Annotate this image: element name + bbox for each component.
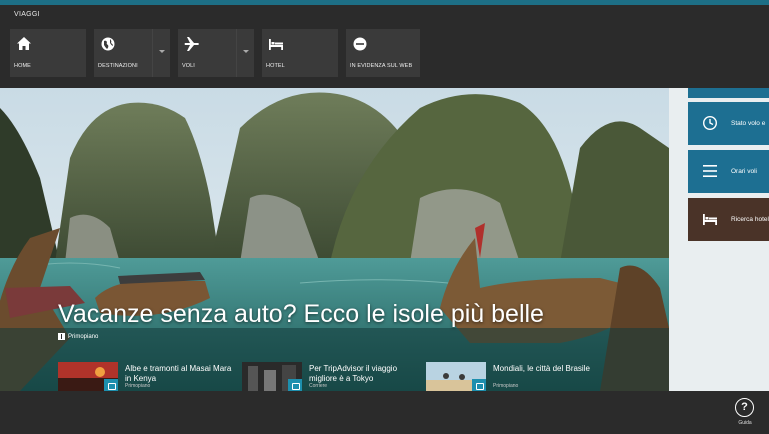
nav-tile-voli[interactable]: VOLI bbox=[178, 29, 254, 77]
clock-icon bbox=[702, 115, 718, 131]
story-source: Primopiano bbox=[125, 383, 151, 389]
chevron-down-icon bbox=[243, 50, 249, 53]
app-bar bbox=[0, 391, 769, 434]
nav-label-voli: VOLI bbox=[182, 63, 195, 69]
story-source: Corriere bbox=[309, 383, 328, 389]
home-icon bbox=[17, 37, 31, 50]
chevron-down-icon bbox=[159, 50, 165, 53]
bed-icon bbox=[703, 214, 717, 225]
story-source: Primopiano bbox=[493, 383, 519, 389]
article-icon bbox=[58, 333, 65, 340]
app-title: VIAGGI bbox=[14, 11, 40, 18]
help-label: Guida bbox=[738, 420, 752, 426]
story-title: Mondiali, le città del Brasile bbox=[493, 364, 590, 373]
story-title: Albe e tramonti al Masai Mara in Kenya bbox=[125, 364, 232, 383]
hero-headline[interactable]: Vacanze senza auto? Ecco le isole più be… bbox=[58, 300, 544, 329]
voli-dropdown[interactable] bbox=[236, 29, 254, 77]
hero-tag-label: Primopiano bbox=[68, 333, 99, 340]
featured-icon bbox=[353, 37, 367, 51]
bed-icon bbox=[269, 39, 283, 50]
destinazioni-dropdown[interactable] bbox=[152, 29, 170, 77]
panel-tile-orari-voli[interactable]: Orari voli bbox=[688, 150, 769, 193]
question-icon: ? bbox=[735, 398, 754, 417]
hero-image bbox=[0, 88, 669, 391]
panel-label-stato-volo: Stato volo e bbox=[731, 120, 766, 127]
story-item[interactable]: Albe e tramonti al Masai Mara in Kenya P… bbox=[58, 362, 238, 392]
panel-label-orari-voli: Orari voli bbox=[731, 168, 758, 175]
panel-label-ricerca-hotel: Ricerca hotel bbox=[731, 216, 769, 223]
nav-tile-home[interactable]: HOME bbox=[10, 29, 86, 77]
right-panel: Stato volo e Orari voli Ricerca hotel bbox=[669, 88, 769, 391]
nav-tile-destinazioni[interactable]: DESTINAZIONI bbox=[94, 29, 170, 77]
nav-tile-hotel[interactable]: HOTEL bbox=[262, 29, 338, 77]
nav-label-hotel: HOTEL bbox=[266, 63, 285, 69]
help-button[interactable]: ? Guida bbox=[733, 398, 757, 430]
app-window: VIAGGI HOME DESTINAZIONI VOLI HOTEL IN E… bbox=[0, 0, 769, 434]
accent-bar bbox=[0, 0, 769, 5]
nav-label-home: HOME bbox=[14, 63, 31, 69]
hero-banner[interactable]: Vacanze senza auto? Ecco le isole più be… bbox=[0, 88, 669, 391]
nav-label-in-evidenza: IN EVIDENZA SUL WEB bbox=[350, 63, 413, 69]
panel-tile-stato-volo[interactable]: Stato volo e bbox=[688, 102, 769, 145]
panel-tile-partial[interactable] bbox=[688, 88, 769, 98]
nav-label-destinazioni: DESTINAZIONI bbox=[98, 63, 138, 69]
panel-tile-ricerca-hotel[interactable]: Ricerca hotel bbox=[688, 198, 769, 241]
list-icon bbox=[703, 165, 717, 177]
hero-tag: Primopiano bbox=[58, 333, 98, 340]
airplane-icon bbox=[184, 37, 199, 51]
nav-tile-in-evidenza[interactable]: IN EVIDENZA SUL WEB bbox=[346, 29, 420, 77]
story-item[interactable]: Per TripAdvisor il viaggio migliore è a … bbox=[242, 362, 422, 392]
story-item[interactable]: Mondiali, le città del Brasile Primopian… bbox=[426, 362, 606, 392]
story-title: Per TripAdvisor il viaggio migliore è a … bbox=[309, 364, 398, 383]
globe-icon bbox=[101, 37, 115, 51]
